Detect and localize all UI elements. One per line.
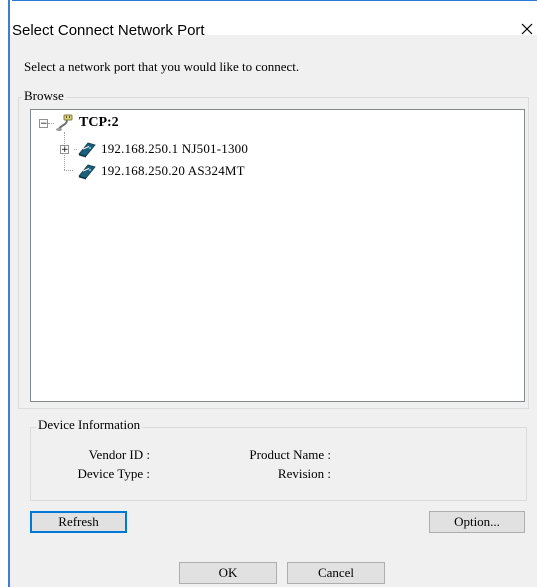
device-icon <box>78 142 96 157</box>
title-bar[interactable]: Select Connect Network Port <box>10 1 537 39</box>
network-port-icon <box>56 114 73 131</box>
browse-legend: Browse <box>22 88 66 104</box>
expand-toggle-icon[interactable]: + <box>60 144 69 154</box>
device-type-label: Device Type : <box>77 466 151 481</box>
tree-node-tcp[interactable]: − TCP:2 <box>39 114 119 132</box>
tree-node-label: TCP:2 <box>79 115 119 130</box>
tree-node-label: 192.168.250.20 AS324MT <box>101 163 245 178</box>
collapse-toggle-icon[interactable]: − <box>39 118 48 128</box>
network-tree[interactable]: − TCP:2 + 192.168.250.1 NJ501-1300 192.1… <box>30 109 525 402</box>
cancel-button[interactable]: Cancel <box>287 562 385 584</box>
vendor-id-label: Vendor ID : <box>88 447 150 462</box>
option-button[interactable]: Option... <box>429 511 525 533</box>
tree-node-label: 192.168.250.1 NJ501-1300 <box>101 141 249 156</box>
select-network-port-dialog: Select Connect Network Port Select a net… <box>10 1 537 587</box>
product-name-label: Product Name : <box>249 447 331 462</box>
tree-connector <box>64 170 73 171</box>
tree-node-device[interactable]: + 192.168.250.1 NJ501-1300 <box>60 140 248 158</box>
ok-button[interactable]: OK <box>179 562 277 584</box>
dialog-title: Select Connect Network Port <box>12 22 205 39</box>
close-icon[interactable] <box>517 19 537 39</box>
instruction-text: Select a network port that you would lik… <box>24 59 300 74</box>
revision-label: Revision : <box>277 466 331 481</box>
tree-node-device[interactable]: 192.168.250.20 AS324MT <box>77 162 245 180</box>
refresh-button[interactable]: Refresh <box>30 511 127 533</box>
device-information-group <box>30 427 527 501</box>
device-information-legend: Device Information <box>36 417 143 433</box>
device-icon <box>78 164 96 179</box>
